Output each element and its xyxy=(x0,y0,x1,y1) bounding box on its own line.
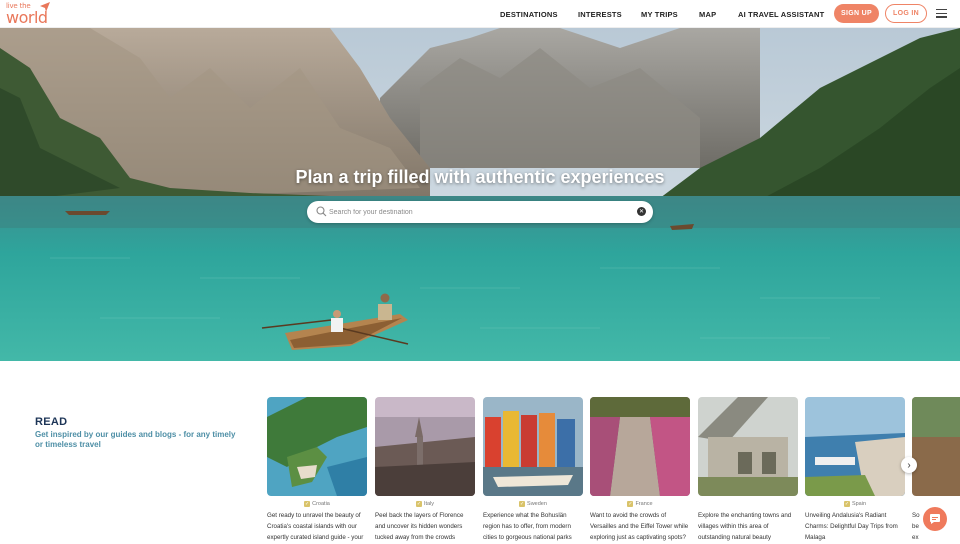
guide-card-image xyxy=(483,397,583,496)
guide-card-description: Want to avoid the crowds of Versailles a… xyxy=(590,512,689,541)
guide-card[interactable]: ✓ Sweden Experience what the Bohuslän reg… xyxy=(483,397,583,544)
site-logo[interactable]: live the world xyxy=(6,2,52,27)
country-label: Italy xyxy=(423,501,435,507)
nav-destinations[interactable]: DESTINATIONS xyxy=(500,0,558,28)
check-icon: ✓ xyxy=(519,501,526,507)
guide-card-image xyxy=(698,397,798,496)
nav-my-trips-label: MY TRIPS xyxy=(641,9,678,19)
sign-up-button[interactable]: SIGN UP xyxy=(834,4,879,23)
log-in-button[interactable]: LOG IN xyxy=(885,4,927,23)
guide-card[interactable]: ✓ Croatia Get ready to unravel the beauty… xyxy=(267,397,367,544)
nav-ai-label: AI TRAVEL ASSISTANT xyxy=(738,9,825,19)
country-tag: ✓ Sweden xyxy=(483,500,583,508)
country-tag: ✓ Spain xyxy=(805,500,905,508)
nav-map-label: MAP xyxy=(699,9,717,19)
hero-banner: Plan a trip filled with authentic experi… xyxy=(0,28,960,361)
guide-card-image xyxy=(805,397,905,496)
guide-card-description: Get ready to unravel the beauty of Croat… xyxy=(267,512,364,541)
guide-card-image xyxy=(912,397,960,496)
check-icon: ✓ xyxy=(415,501,422,507)
chat-icon[interactable] xyxy=(923,507,947,531)
nav-map[interactable]: MAP xyxy=(699,0,716,28)
guide-card-image xyxy=(590,397,690,496)
country-tag: ✓ Italy xyxy=(375,500,475,508)
guide-card-image xyxy=(267,397,367,496)
country-label: Croatia xyxy=(312,501,330,507)
menu-icon[interactable] xyxy=(936,9,947,18)
guide-card-description: Unveiling Andalusia's Radiant Charms: De… xyxy=(805,512,898,541)
nav-my-trips[interactable]: MY TRIPS xyxy=(641,0,678,28)
guide-card-image xyxy=(375,397,475,496)
destination-search-input[interactable] xyxy=(329,204,629,220)
nav-interests[interactable]: INTERESTS xyxy=(578,0,622,28)
guide-card-description: So be ex xyxy=(912,512,920,541)
read-section-subtitle: Get inspired by our guides and blogs - f… xyxy=(35,430,236,449)
destination-search-bar: ✕ xyxy=(307,201,653,223)
read-section-title: READ xyxy=(35,416,68,428)
guide-card-description: Experience what the Bohuslän region has … xyxy=(483,512,572,541)
country-tag: ✓ France xyxy=(590,500,690,508)
guide-card[interactable]: ✓ Italy Peel back the layers of Florence … xyxy=(375,397,475,544)
nav-ai-travel-assistant[interactable]: AI TRAVEL ASSISTANT xyxy=(738,0,824,28)
chevron-right-icon[interactable]: › xyxy=(901,457,917,473)
top-header: live the world DESTINATIONS INTERESTS MY… xyxy=(0,0,960,28)
check-icon: ✓ xyxy=(843,501,850,507)
hero-title: Plan a trip filled with authentic experi… xyxy=(295,167,665,187)
paper-plane-icon xyxy=(40,2,50,12)
nav-interests-label: INTERESTS xyxy=(578,9,622,19)
check-icon: ✓ xyxy=(627,501,634,507)
guide-card[interactable]: Explore the enchanting towns and village… xyxy=(698,397,798,544)
hero-landscape-image xyxy=(0,28,960,361)
guide-card[interactable]: ✓ France Want to avoid the crowds of Vers… xyxy=(590,397,690,544)
clear-icon[interactable]: ✕ xyxy=(637,207,646,216)
guide-card[interactable]: ✓ Spain Unveiling Andalusia's Radiant Cha… xyxy=(805,397,905,544)
guide-card-description: Peel back the layers of Florence and unc… xyxy=(375,512,464,541)
search-icon xyxy=(316,206,327,217)
check-icon: ✓ xyxy=(304,501,311,507)
chat-bubble-icon xyxy=(930,514,940,524)
guide-card-description: Explore the enchanting towns and village… xyxy=(698,512,792,541)
country-tag xyxy=(698,500,798,508)
country-tag: ✓ Croatia xyxy=(267,500,367,508)
country-label: Spain xyxy=(851,501,867,507)
country-label: France xyxy=(635,501,653,507)
country-label: Sweden xyxy=(527,501,547,507)
nav-destinations-label: DESTINATIONS xyxy=(500,9,558,19)
